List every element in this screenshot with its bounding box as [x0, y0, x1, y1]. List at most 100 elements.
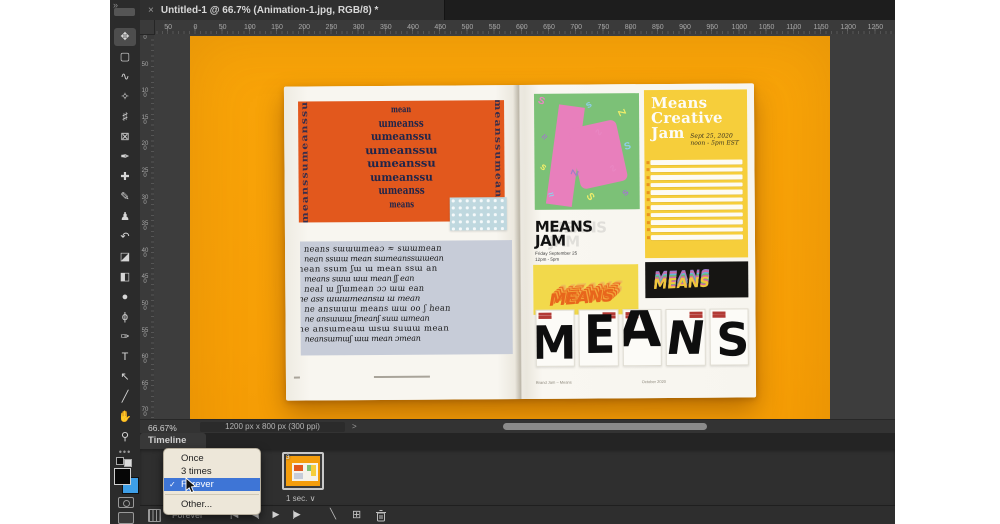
clone-stamp-tool-icon[interactable]: ♟: [114, 208, 136, 226]
eraser-tool-icon[interactable]: ◪: [114, 248, 136, 266]
squiggle-glyph: s: [583, 98, 595, 112]
hand-tool-icon[interactable]: ✋: [114, 408, 136, 426]
gradient-tool-icon[interactable]: ◧: [114, 268, 136, 286]
event-text-line: [650, 196, 743, 203]
close-tab-icon[interactable]: ×: [148, 5, 154, 16]
tools-column: ✥ ▢ ∿ ✧ ♯ ⊠ ✒ ✚ ✎ ♟ ↶ ◪ ◧ ● ϕ ✑ T ↖ ╱ ✋ ⚲: [110, 26, 140, 446]
play-button[interactable]: ▶: [273, 509, 280, 520]
blur-tool-icon[interactable]: ●: [114, 288, 136, 306]
h-ruler-label: 300: [352, 24, 365, 31]
brush-tool-icon[interactable]: ✎: [114, 188, 136, 206]
event-text-lines: [650, 159, 743, 242]
warp-text-row: ɯmeanssu: [370, 129, 432, 144]
screen-mode-button[interactable]: [118, 512, 134, 524]
path-selection-tool-icon[interactable]: ↖: [114, 368, 136, 386]
poster-letter: N: [665, 310, 706, 366]
means-3d-logo-block: MEANS: [533, 264, 639, 315]
h-ruler-label: 850: [651, 24, 664, 31]
event-text-line: [650, 166, 743, 173]
v-ruler-label: 500: [141, 301, 149, 312]
status-chevron-icon[interactable]: >: [352, 422, 357, 431]
h-ruler-label: 500: [461, 24, 474, 31]
h-ruler-label: 700: [570, 24, 583, 31]
spread-fold: [512, 84, 528, 400]
vertical-ruler[interactable]: 0 50 100 150 200 250 300 350 400 450 500 550 600 650 7…: [140, 34, 155, 419]
default-swatches-icon[interactable]: [116, 457, 134, 467]
lasso-tool-icon[interactable]: ∿: [114, 68, 136, 86]
h-ruler-label: 450: [434, 24, 447, 31]
means-stripe-logo-block: MEANS: [645, 261, 749, 299]
left-page-number: [293, 376, 300, 379]
type-tool-icon[interactable]: T: [114, 348, 136, 366]
v-ruler-label: 650: [141, 380, 149, 392]
v-ruler-label: 350: [141, 221, 149, 233]
object-selection-tool-icon[interactable]: ✧: [114, 88, 136, 106]
squiggle-glyph: Z: [614, 107, 628, 118]
v-ruler-label: 450: [141, 274, 149, 286]
marquee-tool-icon[interactable]: ▢: [114, 48, 136, 66]
means-jam-subtext: Friday September 25 12pm - 5pm: [535, 250, 578, 262]
h-ruler-label: 1100: [786, 24, 802, 31]
v-ruler-label: 0: [143, 35, 147, 41]
h-ruler-label: 650: [543, 24, 555, 31]
ruler-corner: [140, 20, 155, 35]
next-frame-button[interactable]: |▶: [292, 509, 300, 520]
timeline-tab[interactable]: Timeline: [140, 433, 206, 449]
horizontal-ruler[interactable]: 1005005010015020025030035040045050055060…: [140, 20, 895, 35]
h-ruler-label: 0: [193, 24, 198, 31]
edit-toolbar-icon[interactable]: •••: [110, 447, 140, 457]
h-ruler-label: 1050: [758, 24, 775, 31]
magazine-left-page: meanssumeanssu meanssumeanssu mean ɯmeans…: [283, 85, 522, 401]
dodge-tool-icon[interactable]: ϕ: [114, 308, 136, 326]
canvas-viewport[interactable]: meanssumeanssu meanssumeanssu mean ɯmeans…: [154, 34, 895, 419]
warped-means-gray-art: neans sɯɯɯmeaɔ ≈ sɯɯmean nean ssɯɯ mean s…: [299, 240, 513, 356]
move-tool-icon[interactable]: ✥: [114, 28, 136, 46]
quick-mask-button[interactable]: [118, 497, 134, 508]
squiggle-glyph: s: [537, 161, 549, 174]
line-tool-icon[interactable]: ╱: [114, 388, 136, 406]
frame-tool-icon[interactable]: ⊠: [114, 128, 136, 146]
poster-card: A: [622, 309, 663, 367]
menu-item-once[interactable]: Once: [164, 452, 260, 465]
foreground-color-swatch[interactable]: [114, 468, 131, 485]
warp-text-row: mean: [390, 104, 412, 115]
zoom-level-field[interactable]: 66.67%: [148, 423, 177, 433]
poster-card: N: [665, 308, 706, 366]
poster-card: E: [578, 309, 619, 367]
eyedropper-tool-icon[interactable]: ✒: [114, 148, 136, 166]
h-ruler-label: 950: [706, 24, 719, 31]
history-brush-tool-icon[interactable]: ↶: [114, 228, 136, 246]
menu-item-forever[interactable]: Forever ✓: [164, 478, 260, 491]
left-page-footer: [373, 375, 430, 379]
h-ruler-label: 200: [298, 24, 311, 31]
v-ruler-label: 550: [141, 327, 149, 339]
menu-item-other-[interactable]: Other...: [164, 498, 260, 511]
toolbar-handle[interactable]: [114, 8, 135, 16]
loop-options-menu: Once 3 times Forever ✓ Other...: [163, 448, 261, 515]
tween-icon[interactable]: ╲: [330, 509, 336, 520]
event-text-line: [650, 219, 743, 225]
warped-text-rows: neans sɯɯɯmeaɔ ≈ sɯɯmean nean ssɯɯ mean s…: [300, 243, 513, 344]
green-squiggle-art: Ss Z ≈ ∿ Ss Z ∿ ≈ Ss: [533, 93, 640, 210]
tool-strip: » ✥ ▢ ∿ ✧ ♯ ⊠ ✒ ✚ ✎ ♟ ↶ ◪ ◧ ● ϕ ✑ T ↖ ╱ ✋ ⚲ •••: [110, 0, 141, 524]
crop-tool-icon[interactable]: ♯: [114, 108, 136, 126]
convert-to-video-timeline-icon[interactable]: [148, 509, 161, 522]
horizontal-scrollbar[interactable]: [503, 423, 707, 430]
new-frame-icon[interactable]: ⊞: [352, 508, 361, 521]
zoom-tool-icon[interactable]: ⚲: [114, 428, 136, 446]
frame-delay-select[interactable]: 1 sec. ∨: [286, 494, 315, 503]
warped-text-rows: mean ɯmeanss ɯmeanssu ɯmeanssɯ ɯmeanssu ɯmean…: [298, 102, 505, 211]
color-swatches[interactable]: [114, 468, 139, 494]
document-info: 1200 px x 800 px (300 ppi): [200, 422, 345, 432]
v-ruler-label: 250: [141, 168, 149, 179]
warp-text-row: ɯmeanssu: [367, 156, 436, 171]
squiggle-glyph: s: [619, 186, 632, 199]
pen-tool-icon[interactable]: ✑: [114, 328, 136, 346]
healing-brush-tool-icon[interactable]: ✚: [114, 168, 136, 186]
document-canvas[interactable]: meanssumeanssu meanssumeanssu mean ɯmeans…: [190, 36, 830, 419]
menu-item-3-times[interactable]: 3 times: [164, 465, 260, 478]
animation-frame-3[interactable]: 3 1 sec. ∨: [282, 452, 324, 503]
delete-frame-icon[interactable]: [376, 509, 386, 524]
h-ruler-label: 1000: [731, 24, 748, 31]
document-tab[interactable]: × Untitled-1 @ 66.7% (Animation-1.jpg, R…: [140, 0, 445, 20]
